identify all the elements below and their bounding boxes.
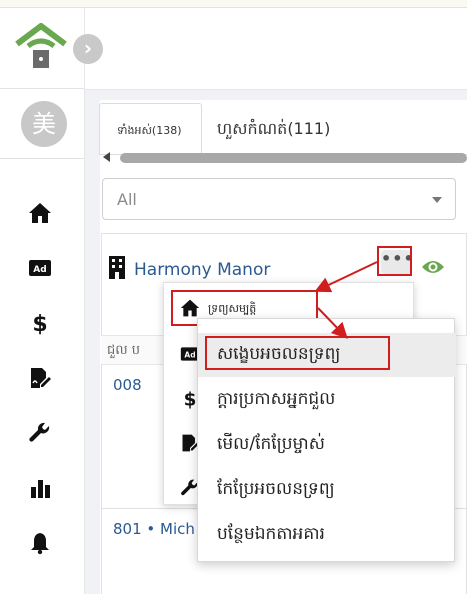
filter-select[interactable]: All (102, 178, 456, 220)
wrench-icon[interactable] (26, 419, 54, 447)
ad-icon[interactable]: Ad (26, 254, 54, 282)
highlight-box-more (377, 246, 412, 276)
submenu-item-add-unit[interactable]: បន្ថែមឯកតាអគារ (198, 513, 456, 557)
bell-icon[interactable] (26, 529, 54, 557)
unit-link[interactable]: 008 (113, 376, 142, 394)
submenu-item-edit-property[interactable]: កែប្រែអចលនទ្រព្យ (198, 468, 456, 512)
submenu-item-label: កែប្រែអចលនទ្រព្យ (217, 479, 335, 499)
svg-text:$: $ (184, 390, 197, 409)
eye-icon[interactable] (421, 257, 445, 277)
sidebar-divider (0, 88, 85, 89)
submenu-item-label: មើល/កែប្រែម្ចាស់ (217, 434, 325, 454)
unit-link[interactable]: 801 • Mich (113, 520, 195, 538)
avatar[interactable]: 美 (21, 101, 67, 147)
submenu-item-label: ក្តារប្រកាសអ្នកជួល (217, 389, 336, 409)
submenu-item-label: បន្ថែមឯកតាអគារ (217, 524, 325, 544)
tab-expired[interactable]: ហួសកំណត់(111) (217, 118, 330, 142)
sidebar (0, 8, 85, 594)
scroll-left-arrow-icon[interactable] (103, 152, 110, 162)
highlight-box-summary (205, 336, 390, 370)
tab-all[interactable]: ទាំងអស់(138) (99, 103, 202, 155)
filter-select-value: All (117, 190, 137, 209)
svg-text:Ad: Ad (33, 265, 46, 275)
chevron-down-icon (432, 197, 442, 203)
dollar-icon[interactable]: $ (26, 309, 54, 337)
horizontal-scrollbar[interactable] (120, 153, 467, 163)
building-icon (109, 256, 125, 279)
column-header: ជួល ប (107, 343, 141, 358)
submenu-item-view-edit-owner[interactable]: មើល/កែប្រែម្ចាស់ (198, 423, 456, 467)
document-edit-icon[interactable] (26, 364, 54, 392)
sidebar-toggle-button[interactable]: › (73, 34, 103, 64)
top-header (85, 8, 467, 90)
wifi-home-logo-icon[interactable] (14, 22, 68, 70)
sidebar-divider (0, 158, 85, 159)
bar-chart-icon[interactable] (26, 474, 54, 502)
svg-text:$: $ (32, 312, 47, 335)
property-name-link[interactable]: Harmony Manor (134, 260, 270, 280)
top-strip (0, 0, 467, 8)
tab-all-label: ទាំងអស់(138) (117, 124, 182, 137)
home-icon[interactable] (26, 199, 54, 227)
svg-text:Ad: Ad (184, 350, 195, 359)
submenu-item-tenant-board[interactable]: ក្តារប្រកាសអ្នកជួល (198, 378, 456, 422)
